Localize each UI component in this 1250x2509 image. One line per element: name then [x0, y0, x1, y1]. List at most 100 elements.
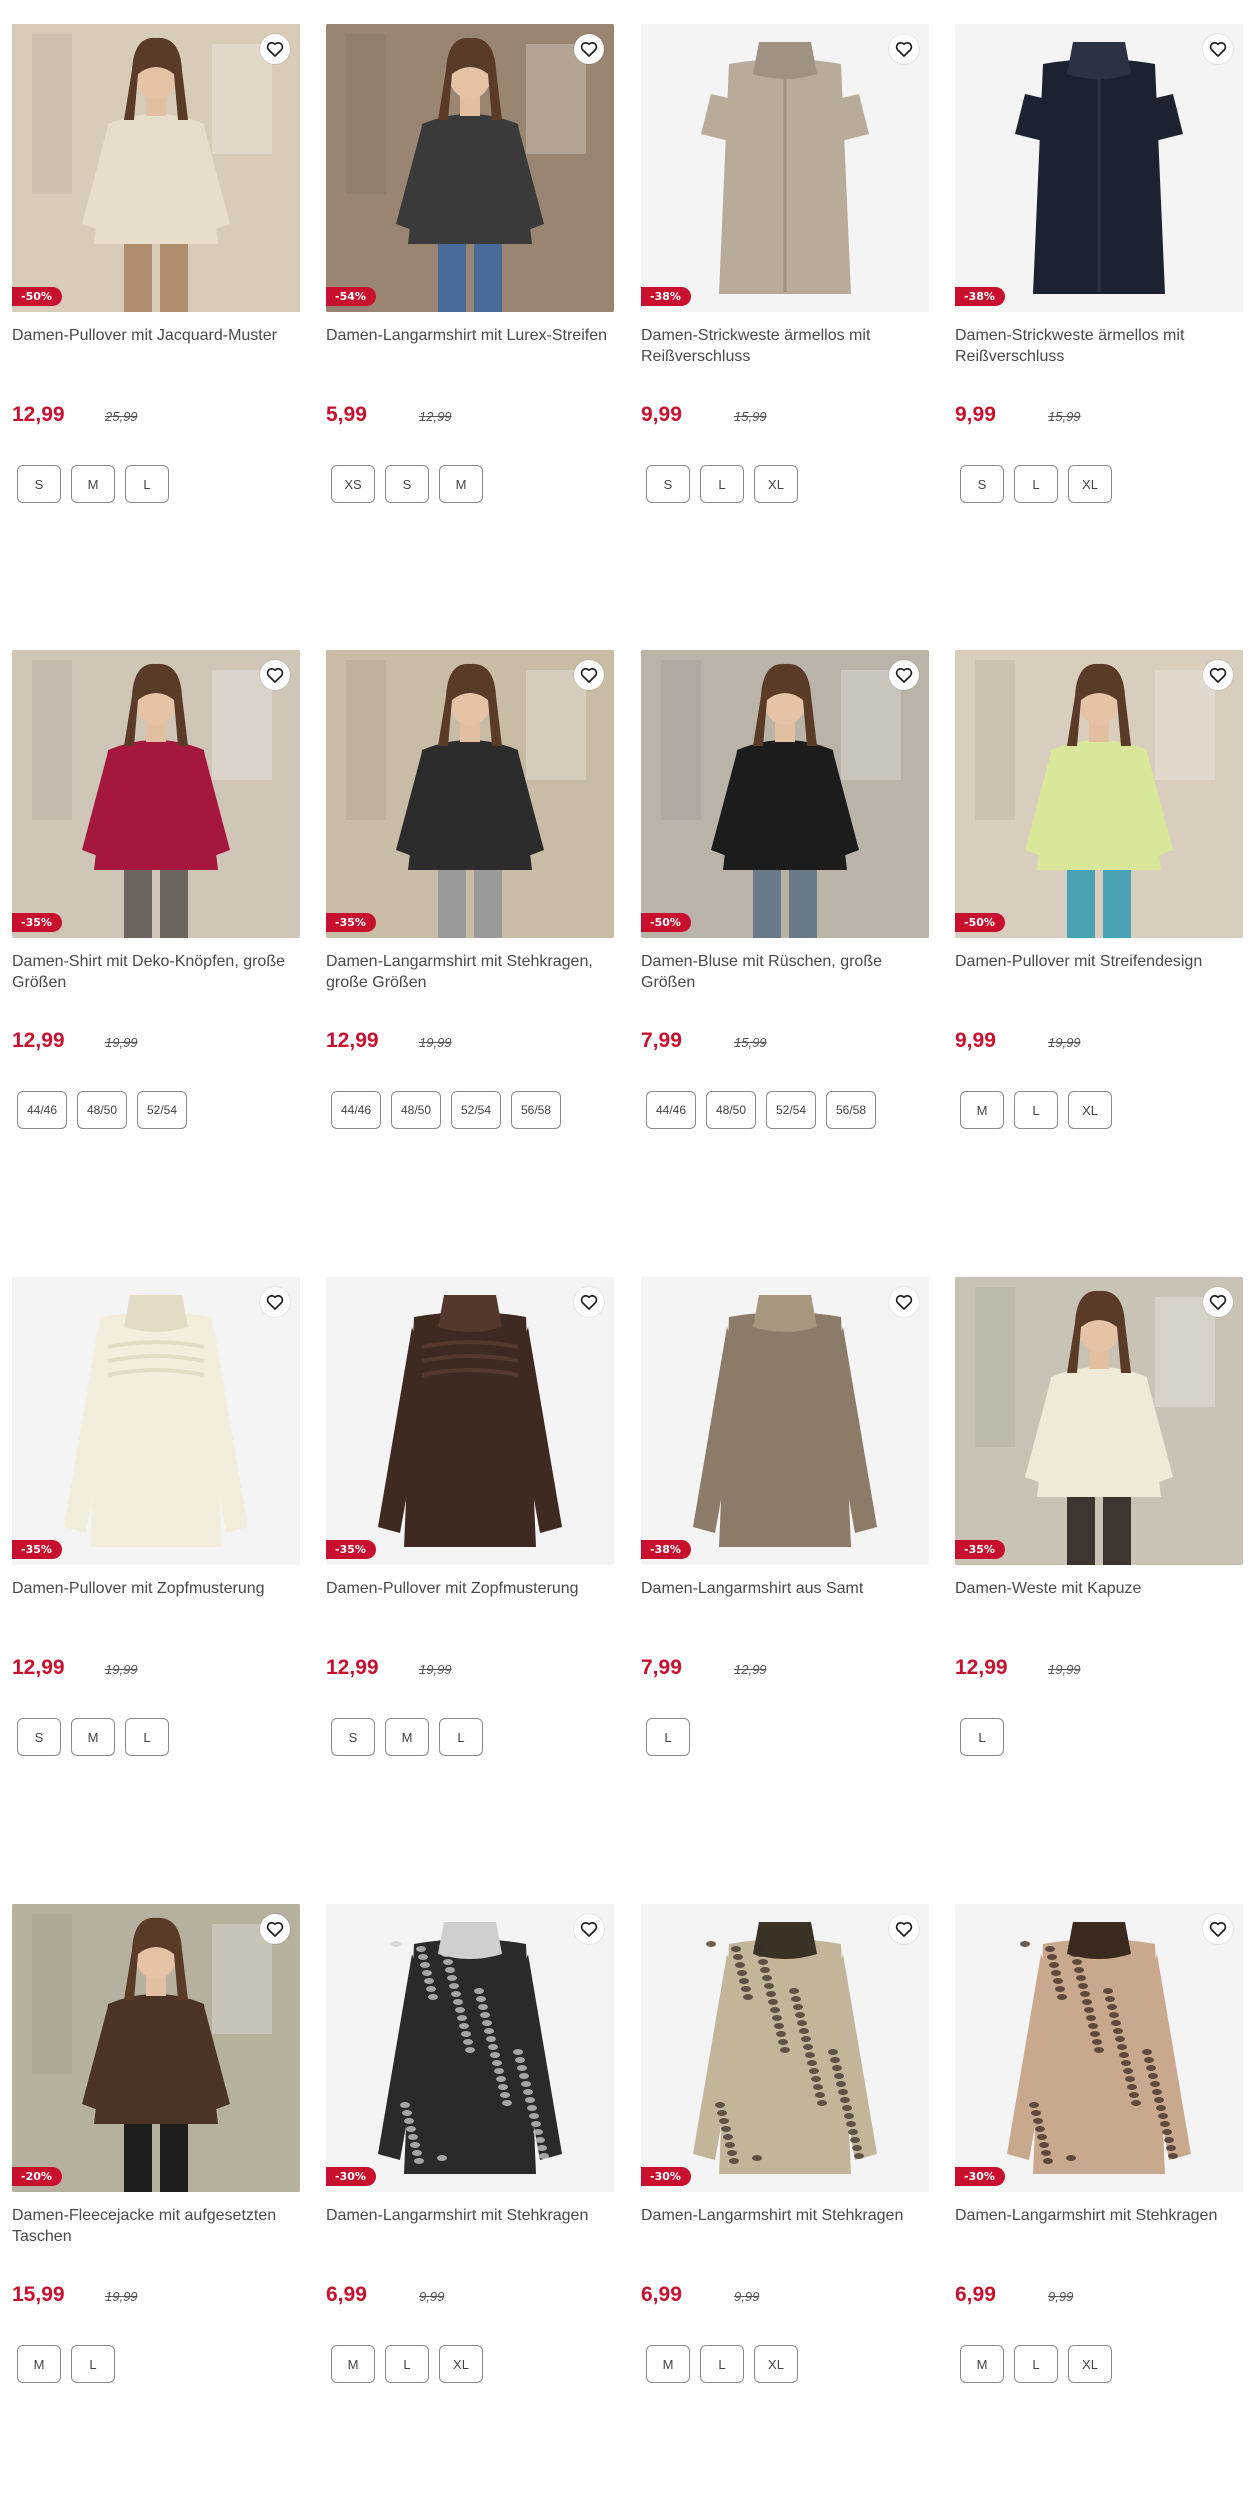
product-image[interactable]: -35%	[12, 1277, 300, 1565]
product-image[interactable]: -30%	[955, 1904, 1243, 2192]
product-card[interactable]: -35% Damen-Weste mit Kapuze 12,99 19,99 …	[955, 1277, 1243, 1756]
favorite-button[interactable]	[1203, 34, 1233, 64]
size-option[interactable]: XL	[1068, 2345, 1112, 2383]
product-image[interactable]: -35%	[12, 650, 300, 938]
product-card[interactable]: -35% Damen-Langarmshirt mit Stehkragen, …	[326, 650, 614, 1129]
size-option[interactable]: 48/50	[391, 1091, 441, 1129]
favorite-button[interactable]	[574, 34, 604, 64]
product-card[interactable]: -35% Damen-Pullover mit Zopfmusterung 12…	[12, 1277, 300, 1756]
size-option[interactable]: L	[700, 465, 744, 503]
favorite-button[interactable]	[1203, 1914, 1233, 1944]
product-card[interactable]: -20% Damen-Fleecejacke mit aufgesetzten …	[12, 1904, 300, 2383]
size-option[interactable]: L	[1014, 465, 1058, 503]
size-option[interactable]: 52/54	[766, 1091, 816, 1129]
size-option[interactable]: 44/46	[17, 1091, 67, 1129]
product-title[interactable]: Damen-Strickweste ärmellos mit Reißversc…	[641, 325, 929, 373]
product-title[interactable]: Damen-Pullover mit Jacquard-Muster	[12, 325, 300, 373]
favorite-button[interactable]	[260, 1287, 290, 1317]
size-option[interactable]: 44/46	[331, 1091, 381, 1129]
size-option[interactable]: L	[125, 465, 169, 503]
size-option[interactable]: XL	[754, 465, 798, 503]
product-card[interactable]: -38% Damen-Langarmshirt aus Samt 7,99 12…	[641, 1277, 929, 1756]
product-title[interactable]: Damen-Strickweste ärmellos mit Reißversc…	[955, 325, 1243, 373]
product-card[interactable]: -54% Damen-Langarmshirt mit Lurex-Streif…	[326, 24, 614, 503]
size-option[interactable]: L	[960, 1718, 1004, 1756]
product-card[interactable]: -35% Damen-Pullover mit Zopfmusterung 12…	[326, 1277, 614, 1756]
favorite-button[interactable]	[1203, 660, 1233, 690]
size-option[interactable]: 48/50	[706, 1091, 756, 1129]
favorite-button[interactable]	[574, 1914, 604, 1944]
size-option[interactable]: M	[17, 2345, 61, 2383]
favorite-button[interactable]	[260, 660, 290, 690]
size-option[interactable]: S	[17, 465, 61, 503]
favorite-button[interactable]	[889, 1914, 919, 1944]
product-image[interactable]: -35%	[955, 1277, 1243, 1565]
size-option[interactable]: M	[960, 2345, 1004, 2383]
size-option[interactable]: M	[331, 2345, 375, 2383]
product-card[interactable]: -38% Damen-Strickweste ärmellos mit Reiß…	[641, 24, 929, 503]
size-option[interactable]: XL	[1068, 465, 1112, 503]
product-image[interactable]: -54%	[326, 24, 614, 312]
product-card[interactable]: -38% Damen-Strickweste ärmellos mit Reiß…	[955, 24, 1243, 503]
product-card[interactable]: -30% Damen-Langarmshirt mit Stehkragen 6…	[955, 1904, 1243, 2383]
size-option[interactable]: 56/58	[826, 1091, 876, 1129]
product-title[interactable]: Damen-Bluse mit Rüschen, große Größen	[641, 951, 929, 999]
size-option[interactable]: S	[17, 1718, 61, 1756]
product-title[interactable]: Damen-Pullover mit Streifendesign	[955, 951, 1243, 999]
size-option[interactable]: L	[700, 2345, 744, 2383]
product-image[interactable]: -30%	[641, 1904, 929, 2192]
size-option[interactable]: L	[1014, 1091, 1058, 1129]
product-image[interactable]: -38%	[955, 24, 1243, 312]
size-option[interactable]: M	[960, 1091, 1004, 1129]
product-title[interactable]: Damen-Fleecejacke mit aufgesetzten Tasch…	[12, 2205, 300, 2253]
favorite-button[interactable]	[1203, 1287, 1233, 1317]
favorite-button[interactable]	[574, 1287, 604, 1317]
product-image[interactable]: -35%	[326, 650, 614, 938]
product-card[interactable]: -50% Damen-Pullover mit Streifendesign 9…	[955, 650, 1243, 1129]
product-image[interactable]: -50%	[641, 650, 929, 938]
size-option[interactable]: M	[439, 465, 483, 503]
product-image[interactable]: -38%	[641, 24, 929, 312]
size-option[interactable]: XS	[331, 465, 375, 503]
product-image[interactable]: -35%	[326, 1277, 614, 1565]
favorite-button[interactable]	[260, 1914, 290, 1944]
product-card[interactable]: -50% Damen-Bluse mit Rüschen, große Größ…	[641, 650, 929, 1129]
size-option[interactable]: S	[385, 465, 429, 503]
favorite-button[interactable]	[574, 660, 604, 690]
favorite-button[interactable]	[260, 34, 290, 64]
product-image[interactable]: -50%	[955, 650, 1243, 938]
size-option[interactable]: XL	[439, 2345, 483, 2383]
size-option[interactable]: S	[331, 1718, 375, 1756]
size-option[interactable]: 52/54	[137, 1091, 187, 1129]
size-option[interactable]: L	[646, 1718, 690, 1756]
product-image[interactable]: -38%	[641, 1277, 929, 1565]
product-title[interactable]: Damen-Langarmshirt mit Stehkragen	[641, 2205, 929, 2253]
size-option[interactable]: XL	[754, 2345, 798, 2383]
product-card[interactable]: -30% Damen-Langarmshirt mit Stehkragen 6…	[326, 1904, 614, 2383]
favorite-button[interactable]	[889, 660, 919, 690]
size-option[interactable]: M	[71, 1718, 115, 1756]
size-option[interactable]: 44/46	[646, 1091, 696, 1129]
size-option[interactable]: 56/58	[511, 1091, 561, 1129]
product-image[interactable]: -30%	[326, 1904, 614, 2192]
size-option[interactable]: S	[960, 465, 1004, 503]
size-option[interactable]: 48/50	[77, 1091, 127, 1129]
size-option[interactable]: L	[385, 2345, 429, 2383]
size-option[interactable]: M	[385, 1718, 429, 1756]
product-title[interactable]: Damen-Weste mit Kapuze	[955, 1578, 1243, 1626]
product-card[interactable]: -50% Damen-Pullover mit Jacquard-Muster …	[12, 24, 300, 503]
product-title[interactable]: Damen-Langarmshirt mit Stehkragen	[326, 2205, 614, 2253]
size-option[interactable]: XL	[1068, 1091, 1112, 1129]
product-card[interactable]: -35% Damen-Shirt mit Deko-Knöpfen, große…	[12, 650, 300, 1129]
size-option[interactable]: M	[646, 2345, 690, 2383]
size-option[interactable]: M	[71, 465, 115, 503]
product-image[interactable]: -20%	[12, 1904, 300, 2192]
size-option[interactable]: L	[1014, 2345, 1058, 2383]
product-title[interactable]: Damen-Shirt mit Deko-Knöpfen, große Größ…	[12, 951, 300, 999]
product-title[interactable]: Damen-Langarmshirt aus Samt	[641, 1578, 929, 1626]
product-title[interactable]: Damen-Langarmshirt mit Lurex-Streifen	[326, 325, 614, 373]
size-option[interactable]: S	[646, 465, 690, 503]
size-option[interactable]: L	[71, 2345, 115, 2383]
product-title[interactable]: Damen-Pullover mit Zopfmusterung	[326, 1578, 614, 1626]
product-title[interactable]: Damen-Langarmshirt mit Stehkragen, große…	[326, 951, 614, 999]
